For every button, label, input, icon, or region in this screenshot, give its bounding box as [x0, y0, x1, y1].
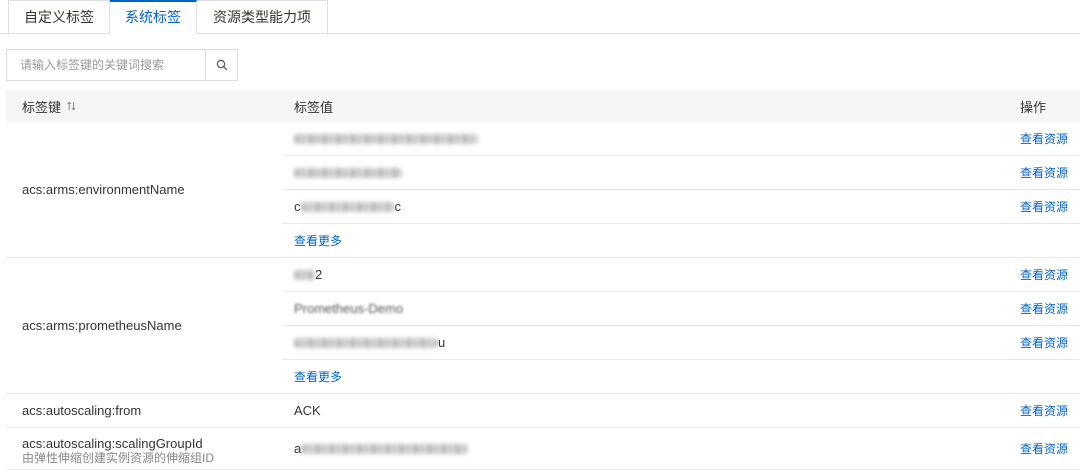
- tag-value-cell: a: [282, 428, 1008, 469]
- view-resources-link[interactable]: 查看资源: [1020, 300, 1068, 317]
- tag-value-row: u 查看资源: [282, 326, 1080, 360]
- blurred-value: [294, 269, 315, 280]
- table-row: acs:autoscaling:scalingGroupId 由弹性伸缩创建实例…: [6, 428, 1080, 470]
- table-row: acs:arms:environmentName 查看资源 查看资源 c c 查…: [6, 122, 1080, 258]
- view-more-link[interactable]: 查看更多: [294, 232, 342, 249]
- view-more-cell: 查看更多: [282, 360, 1008, 393]
- action-cell: 查看资源: [1008, 156, 1080, 189]
- tag-value-visible-part: u: [438, 335, 446, 350]
- table-row: acs:arms:prometheusName 2 查看资源 Prometheu…: [6, 258, 1080, 394]
- tag-key-description: 由弹性伸缩创建实例资源的伸缩组ID: [22, 450, 215, 465]
- blurred-value: [300, 201, 395, 212]
- action-cell: 查看资源: [1008, 326, 1080, 359]
- tab-system-tags[interactable]: 系统标签: [110, 0, 197, 34]
- search-box: [6, 49, 238, 81]
- view-resources-link[interactable]: 查看资源: [1020, 402, 1068, 419]
- blurred-value: [294, 337, 438, 348]
- view-more-row: 查看更多: [282, 360, 1080, 393]
- action-cell: [1008, 224, 1080, 257]
- tag-key-cell: acs:arms:environmentName: [6, 122, 282, 257]
- view-resources-link[interactable]: 查看资源: [1020, 266, 1068, 283]
- tab-bar: 自定义标签 系统标签 资源类型能力项: [0, 0, 1080, 34]
- view-resources-link[interactable]: 查看资源: [1020, 198, 1068, 215]
- blurred-value: [301, 443, 470, 454]
- tag-value-row: ACK 查看资源: [282, 394, 1080, 427]
- tag-value-row: 查看资源: [282, 156, 1080, 190]
- view-resources-link[interactable]: 查看资源: [1020, 130, 1068, 147]
- tag-value-row: 2 查看资源: [282, 258, 1080, 292]
- action-cell: 查看资源: [1008, 258, 1080, 291]
- tag-value-row: Prometheus-Demo 查看资源: [282, 292, 1080, 326]
- action-cell: 查看资源: [1008, 292, 1080, 325]
- column-header-tag-value: 标签值: [282, 90, 1008, 122]
- view-resources-link[interactable]: 查看资源: [1020, 440, 1068, 457]
- action-cell: 查看资源: [1008, 428, 1080, 469]
- action-cell: 查看资源: [1008, 394, 1080, 427]
- tag-table: 标签键 标签值 操作 acs:arms:environmentName 查看资源: [6, 90, 1080, 470]
- tag-value-cell: ACK: [282, 394, 1008, 427]
- tag-value-cell: u: [282, 326, 1008, 359]
- tag-value: ACK: [294, 403, 321, 418]
- tag-key-cell: acs:arms:prometheusName: [6, 258, 282, 393]
- action-cell: 查看资源: [1008, 122, 1080, 155]
- table-header-row: 标签键 标签值 操作: [6, 90, 1080, 122]
- tag-value-visible-part: a: [294, 441, 302, 456]
- tag-value-cell: 2: [282, 258, 1008, 291]
- blurred-value: [294, 133, 478, 144]
- tag-key-cell: acs:autoscaling:scalingGroupId 由弹性伸缩创建实例…: [6, 428, 282, 469]
- tag-key: acs:autoscaling:scalingGroupId: [22, 435, 203, 451]
- tag-value-visible-part: 2: [315, 267, 323, 282]
- tag-value: Prometheus-Demo: [294, 301, 404, 316]
- tag-key: acs:arms:environmentName: [22, 182, 185, 197]
- tag-key: acs:arms:prometheusName: [22, 318, 182, 333]
- tab-resource-type-capabilities[interactable]: 资源类型能力项: [197, 0, 328, 33]
- tag-value-visible-part: c: [294, 199, 301, 214]
- blurred-value: [294, 167, 402, 178]
- view-resources-link[interactable]: 查看资源: [1020, 334, 1068, 351]
- tag-values: 2 查看资源 Prometheus-Demo 查看资源 u 查看资源 查看更多: [282, 258, 1080, 393]
- column-header-tag-key[interactable]: 标签键: [6, 90, 282, 122]
- search-icon: [216, 59, 227, 71]
- column-header-actions: 操作: [1008, 90, 1080, 122]
- tag-value-cell: c c: [282, 190, 1008, 223]
- tag-value-cell: [282, 122, 1008, 155]
- tag-value-row: c c 查看资源: [282, 190, 1080, 224]
- column-header-label: 标签值: [294, 99, 334, 115]
- tag-value-row: 查看资源: [282, 122, 1080, 156]
- action-cell: [1008, 360, 1080, 393]
- tag-key-cell: acs:autoscaling:from: [6, 394, 282, 427]
- sort-icon[interactable]: [67, 101, 76, 111]
- action-cell: 查看资源: [1008, 190, 1080, 223]
- view-more-link[interactable]: 查看更多: [294, 368, 342, 385]
- view-more-cell: 查看更多: [282, 224, 1008, 257]
- tag-value-cell: [282, 156, 1008, 189]
- table-row: acs:autoscaling:from ACK 查看资源: [6, 394, 1080, 428]
- view-resources-link[interactable]: 查看资源: [1020, 164, 1068, 181]
- tab-custom-tags[interactable]: 自定义标签: [8, 0, 110, 33]
- tag-values: ACK 查看资源: [282, 394, 1080, 427]
- tag-key: acs:autoscaling:from: [22, 403, 142, 418]
- search-button[interactable]: [205, 49, 238, 81]
- tag-value-row: a 查看资源: [282, 428, 1080, 469]
- view-more-row: 查看更多: [282, 224, 1080, 257]
- column-header-label: 操作: [1020, 99, 1047, 115]
- column-header-label: 标签键: [22, 99, 62, 115]
- search-input[interactable]: [6, 49, 206, 81]
- tag-value-visible-part: c: [394, 199, 402, 214]
- tag-values: 查看资源 查看资源 c c 查看资源 查看更多: [282, 122, 1080, 257]
- tag-values: a 查看资源: [282, 428, 1080, 469]
- tag-value-cell: Prometheus-Demo: [282, 292, 1008, 325]
